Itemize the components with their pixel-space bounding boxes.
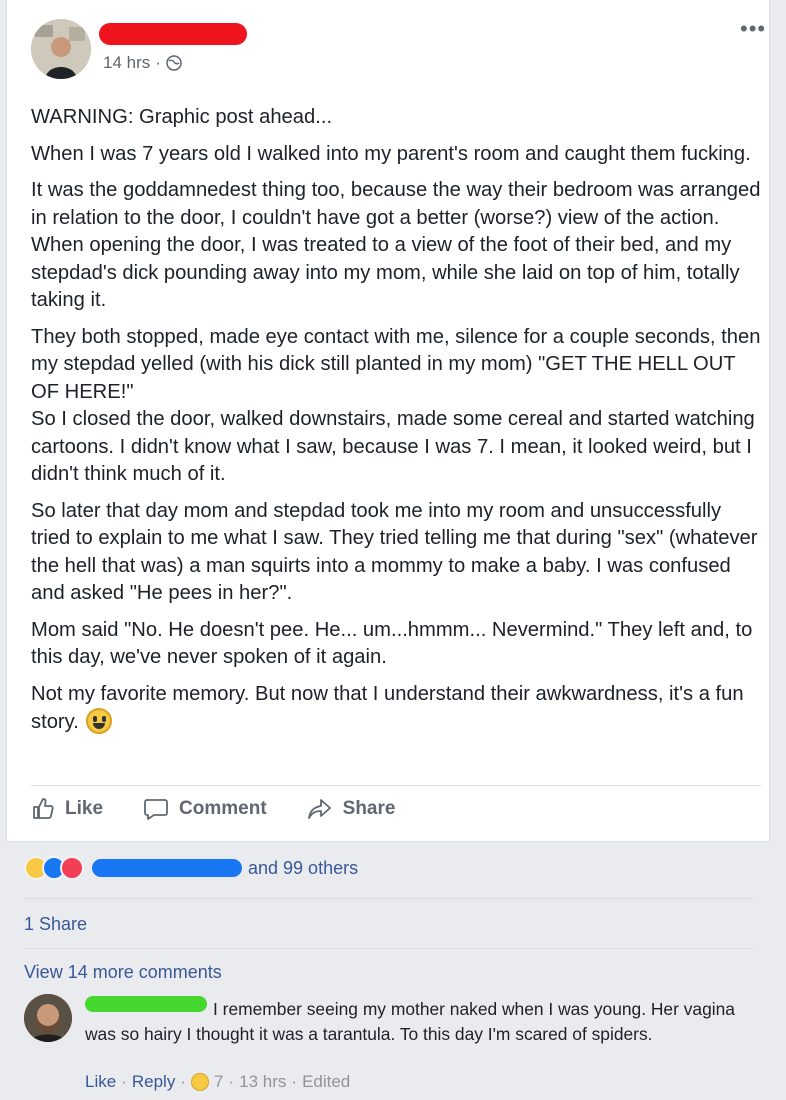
divider — [24, 948, 754, 949]
share-count[interactable]: 1 Share — [24, 914, 87, 935]
reaction-others[interactable]: and 99 others — [248, 858, 358, 879]
reaction-summary[interactable]: and 99 others — [24, 856, 358, 880]
more-options-icon[interactable]: ••• — [740, 16, 766, 42]
divider — [24, 898, 754, 899]
post-paragraph: When I was 7 years old I walked into my … — [31, 142, 751, 165]
post-paragraph: So later that day mom and stepdad took m… — [31, 499, 758, 605]
share-label: Share — [342, 798, 396, 819]
thumbs-up-icon — [33, 798, 54, 819]
love-reaction-icon — [60, 856, 84, 880]
share-button[interactable]: Share — [307, 797, 396, 821]
haha-reaction-icon — [191, 1073, 209, 1091]
comment-reply-link[interactable]: Reply — [132, 1072, 175, 1092]
post-paragraph: WARNING: Graphic post ahead... — [31, 106, 333, 128]
comment-edited[interactable]: Edited — [302, 1072, 350, 1092]
post-card: 14 hrs · ••• WARNING: Graphic post ahead… — [6, 0, 770, 842]
post-time[interactable]: 14 hrs — [103, 53, 150, 73]
reactor-names-redacted — [92, 859, 242, 877]
commenter-avatar[interactable] — [24, 994, 72, 1042]
author-name-redacted — [99, 23, 247, 45]
comment-like-link[interactable]: Like — [85, 1072, 116, 1092]
globe-icon — [166, 55, 182, 71]
divider — [31, 785, 761, 786]
comment-bubble-icon — [144, 799, 168, 820]
share-arrow-icon — [307, 799, 331, 819]
post-body: WARNING: Graphic post ahead... When I wa… — [31, 104, 761, 746]
comment-text: I remember seeing my mother naked when I… — [85, 999, 735, 1044]
post-meta: 14 hrs · — [103, 53, 182, 73]
like-label: Like — [65, 798, 104, 819]
like-button[interactable]: Like — [31, 797, 103, 821]
comment-time[interactable]: 13 hrs — [239, 1072, 286, 1092]
grinning-emoji-icon — [86, 708, 113, 734]
post-actions: Like Comment Share — [31, 797, 395, 821]
author-avatar[interactable] — [31, 19, 91, 79]
post-paragraph: It was the goddamnedest thing too, becau… — [31, 179, 761, 311]
post-paragraph: Mom said "No. He doesn't pee. He... um..… — [31, 618, 753, 669]
comment-button[interactable]: Comment — [143, 797, 267, 821]
post-paragraph-last: Not my favorite memory. But now that I u… — [31, 682, 744, 734]
comment-label: Comment — [179, 798, 267, 819]
view-more-comments-link[interactable]: View 14 more comments — [24, 962, 222, 983]
comment-meta: Like · Reply · 7 · 13 hrs · Edited — [85, 1072, 351, 1092]
post-paragraph: They both stopped, made eye contact with… — [31, 325, 761, 486]
comment-reaction-count[interactable]: 7 — [214, 1072, 223, 1092]
